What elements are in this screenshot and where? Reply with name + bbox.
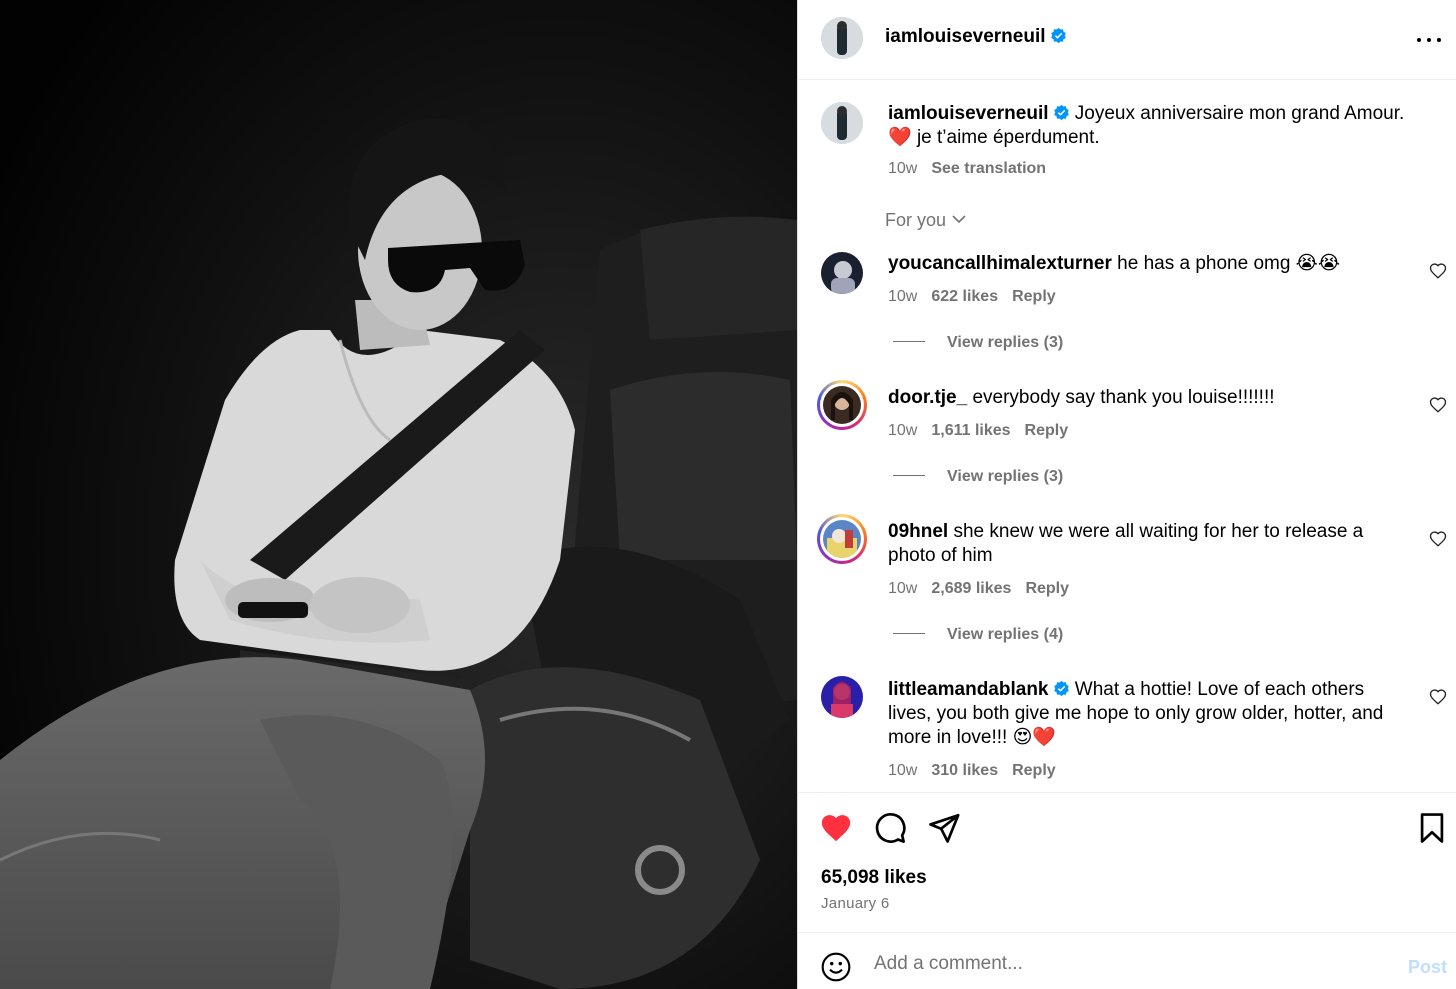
commenter-username[interactable]: 09hnel [888, 521, 948, 542]
more-options-icon[interactable] [1415, 26, 1443, 54]
header-author[interactable]: iamlouiseverneuil [885, 26, 1067, 48]
comment-time: 10w [888, 762, 918, 779]
comment-body: door.tje_ everybody say thank you louise… [888, 386, 1418, 410]
like-comment-heart-icon[interactable] [1429, 530, 1447, 548]
add-comment-bar: Post [798, 932, 1456, 989]
view-replies-button[interactable]: View replies (3) [893, 334, 1063, 352]
caption-time: 10w [888, 160, 918, 177]
comment-icon[interactable] [873, 811, 907, 845]
view-replies-label: View replies (3) [947, 468, 1064, 485]
post-photo[interactable] [0, 0, 797, 989]
author-username[interactable]: iamlouiseverneuil [885, 26, 1046, 47]
comment-meta: 10w 310 likes Reply [888, 762, 1056, 780]
replies-divider [893, 475, 925, 476]
replies-divider [893, 341, 925, 342]
verified-badge-icon [1053, 104, 1070, 121]
verified-badge-icon [1050, 27, 1067, 44]
reply-button[interactable]: Reply [1012, 762, 1056, 779]
comment-time: 10w [888, 422, 918, 439]
send-icon[interactable] [927, 811, 961, 845]
reply-button[interactable]: Reply [1025, 422, 1069, 439]
comment-likes[interactable]: 2,689 likes [931, 580, 1011, 597]
reply-button[interactable]: Reply [1012, 288, 1056, 305]
commenter-avatar[interactable] [817, 514, 867, 564]
chevron-down-icon [952, 210, 966, 224]
post-likes-count[interactable]: 65,098 likes [821, 867, 927, 889]
comment-likes[interactable]: 622 likes [931, 288, 998, 305]
view-replies-label: View replies (3) [947, 334, 1064, 351]
caption-username[interactable]: iamlouiseverneuil [888, 103, 1049, 124]
view-replies-label: View replies (4) [947, 626, 1064, 643]
comment-text: she knew we were all waiting for her to … [888, 521, 1364, 566]
post-sidebar: iamlouiseverneuil iamlouiseverneuil Joye… [797, 0, 1456, 989]
commenter-username[interactable]: door.tje_ [888, 387, 967, 408]
comment-body: youcancallhimalexturner he has a phone o… [888, 252, 1418, 276]
post-date: January 6 [821, 895, 890, 912]
comment-text: he has a phone omg 😭😭 [1117, 253, 1341, 274]
bookmark-icon[interactable] [1415, 811, 1449, 845]
comment-meta: 10w 2,689 likes Reply [888, 580, 1069, 598]
comment-body: 09hnel she knew we were all waiting for … [888, 520, 1398, 568]
caption-author-avatar[interactable] [821, 102, 863, 144]
commenter-avatar[interactable] [821, 252, 863, 294]
view-replies-button[interactable]: View replies (3) [893, 468, 1063, 486]
reply-button[interactable]: Reply [1025, 580, 1069, 597]
like-comment-heart-icon[interactable] [1429, 396, 1447, 414]
see-translation-link[interactable]: See translation [931, 160, 1046, 177]
replies-divider [893, 633, 925, 634]
commenter-avatar[interactable] [821, 676, 863, 718]
verified-badge-icon [1053, 680, 1070, 697]
like-comment-heart-icon[interactable] [1429, 688, 1447, 706]
caption-line-2: je t’aime éperdument. [916, 127, 1100, 148]
like-comment-heart-icon[interactable] [1429, 262, 1447, 280]
comment-likes[interactable]: 1,611 likes [931, 422, 1010, 439]
comment-likes[interactable]: 310 likes [931, 762, 998, 779]
post-caption: iamlouiseverneuil Joyeux anniversaire mo… [888, 102, 1428, 150]
commenter-username[interactable]: littleamandablank [888, 679, 1049, 700]
add-comment-input[interactable] [874, 949, 1374, 979]
comment-time: 10w [888, 580, 918, 597]
commenter-avatar[interactable] [817, 380, 867, 430]
sort-label: For you [885, 210, 947, 230]
commenter-username[interactable]: youcancallhimalexturner [888, 253, 1112, 274]
emoji-icon[interactable] [820, 951, 852, 983]
heart-filled-icon[interactable] [819, 811, 853, 845]
caption-line-1: Joyeux anniversaire mon grand Amour. [1074, 103, 1405, 124]
comment-body: littleamandablank What a hottie! Love of… [888, 678, 1408, 750]
comment-meta: 10w 1,611 likes Reply [888, 422, 1068, 440]
comment-text: everybody say thank you louise!!!!!!! [972, 387, 1275, 408]
comment-time: 10w [888, 288, 918, 305]
comment-sort-dropdown[interactable]: For you [885, 210, 966, 231]
post-comment-button[interactable]: Post [1408, 957, 1447, 978]
post-header: iamlouiseverneuil [798, 0, 1456, 80]
author-avatar[interactable] [821, 17, 863, 59]
comment-meta: 10w 622 likes Reply [888, 288, 1056, 306]
view-replies-button[interactable]: View replies (4) [893, 626, 1063, 644]
post-actions: 65,098 likes January 6 [798, 792, 1456, 932]
caption-heart-emoji: ❤️ [888, 127, 912, 148]
caption-meta: 10w See translation [888, 160, 1046, 178]
